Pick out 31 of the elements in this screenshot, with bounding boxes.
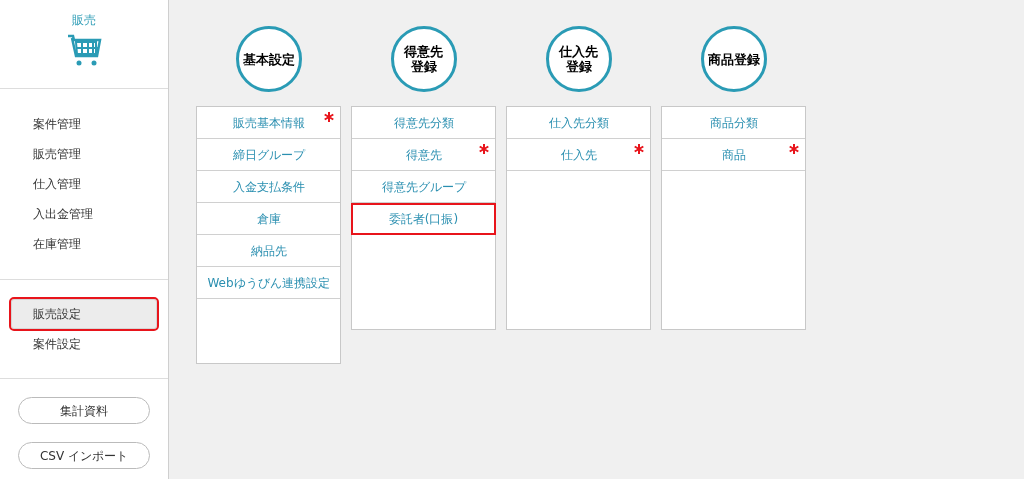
sidebar-button[interactable]: 集計資料 (18, 397, 150, 424)
sidebar-button[interactable]: CSV インポート (18, 442, 150, 469)
category-title: 基本設定 (242, 51, 295, 67)
sidebar-item[interactable]: 販売設定 (11, 299, 157, 329)
menu-item[interactable]: 締日グループ (197, 139, 340, 171)
menu-item[interactable]: 販売基本情報 (197, 107, 340, 139)
menu-item[interactable]: 入金支払条件 (197, 171, 340, 203)
menu-item[interactable]: 仕入先 (507, 139, 650, 171)
shopping-cart-icon (66, 32, 102, 68)
sidebar-item[interactable]: 在庫管理 (11, 229, 157, 259)
sidebar-item[interactable]: 仕入管理 (11, 169, 157, 199)
menu-item[interactable]: 得意先グループ (352, 171, 495, 203)
category-title: 得意先 (404, 44, 443, 59)
menu-item[interactable]: 得意先分類 (352, 107, 495, 139)
menu-item[interactable]: 納品先 (197, 235, 340, 267)
menu-item[interactable]: Webゆうびん連携設定 (197, 267, 340, 299)
sidebar-item[interactable]: 案件設定 (11, 329, 157, 359)
category-title: 商品登録 (707, 51, 760, 67)
menu-item[interactable]: 商品 (662, 139, 805, 171)
category-title: 登録 (410, 59, 437, 74)
category-title: 登録 (565, 59, 592, 74)
menu-item[interactable]: 商品分類 (662, 107, 805, 139)
sidebar-item[interactable]: 入出金管理 (11, 199, 157, 229)
module-title: 販売 (72, 12, 96, 28)
category-title: 仕入先 (559, 44, 598, 59)
menu-item[interactable]: 倉庫 (197, 203, 340, 235)
sidebar-item[interactable]: 販売管理 (11, 139, 157, 169)
menu-item[interactable]: 得意先 (352, 139, 495, 171)
sidebar-item[interactable]: 案件管理 (11, 109, 157, 139)
menu-item[interactable]: 委託者(口振) (351, 203, 496, 235)
menu-item[interactable]: 仕入先分類 (507, 107, 650, 139)
